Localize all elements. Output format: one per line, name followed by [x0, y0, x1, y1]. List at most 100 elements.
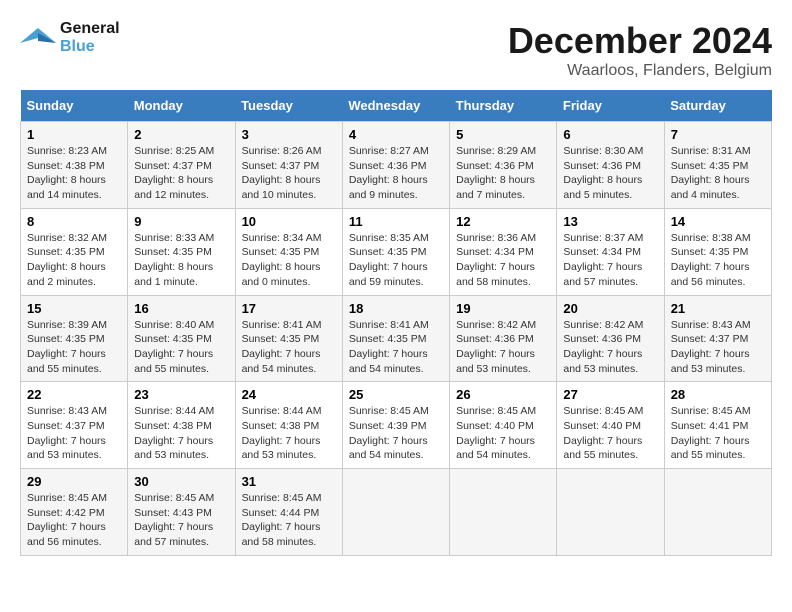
- calendar-cell: 20 Sunrise: 8:42 AMSunset: 4:36 PMDaylig…: [557, 295, 664, 382]
- calendar-cell: 14 Sunrise: 8:38 AMSunset: 4:35 PMDaylig…: [664, 208, 771, 295]
- calendar-cell: 6 Sunrise: 8:30 AMSunset: 4:36 PMDayligh…: [557, 122, 664, 209]
- day-header-monday: Monday: [128, 90, 235, 122]
- day-info: Sunrise: 8:37 AMSunset: 4:34 PMDaylight:…: [563, 232, 643, 288]
- day-info: Sunrise: 8:40 AMSunset: 4:35 PMDaylight:…: [134, 319, 214, 375]
- day-info: Sunrise: 8:35 AMSunset: 4:35 PMDaylight:…: [349, 232, 429, 288]
- day-header-tuesday: Tuesday: [235, 90, 342, 122]
- day-info: Sunrise: 8:45 AMSunset: 4:39 PMDaylight:…: [349, 405, 429, 461]
- day-number: 2: [134, 127, 228, 142]
- calendar-cell: 18 Sunrise: 8:41 AMSunset: 4:35 PMDaylig…: [342, 295, 449, 382]
- calendar-cell: [342, 469, 449, 556]
- day-info: Sunrise: 8:42 AMSunset: 4:36 PMDaylight:…: [563, 319, 643, 375]
- calendar-cell: 17 Sunrise: 8:41 AMSunset: 4:35 PMDaylig…: [235, 295, 342, 382]
- day-number: 23: [134, 387, 228, 402]
- day-info: Sunrise: 8:45 AMSunset: 4:40 PMDaylight:…: [563, 405, 643, 461]
- day-number: 20: [563, 301, 657, 316]
- day-number: 6: [563, 127, 657, 142]
- day-number: 1: [27, 127, 121, 142]
- calendar-cell: 28 Sunrise: 8:45 AMSunset: 4:41 PMDaylig…: [664, 382, 771, 469]
- day-info: Sunrise: 8:33 AMSunset: 4:35 PMDaylight:…: [134, 232, 214, 288]
- calendar-cell: 23 Sunrise: 8:44 AMSunset: 4:38 PMDaylig…: [128, 382, 235, 469]
- location: Waarloos, Flanders, Belgium: [508, 62, 772, 80]
- day-info: Sunrise: 8:43 AMSunset: 4:37 PMDaylight:…: [671, 319, 751, 375]
- day-header-wednesday: Wednesday: [342, 90, 449, 122]
- day-number: 15: [27, 301, 121, 316]
- day-number: 25: [349, 387, 443, 402]
- calendar-cell: 13 Sunrise: 8:37 AMSunset: 4:34 PMDaylig…: [557, 208, 664, 295]
- day-number: 12: [456, 214, 550, 229]
- day-number: 17: [242, 301, 336, 316]
- calendar-week-2: 8 Sunrise: 8:32 AMSunset: 4:35 PMDayligh…: [21, 208, 772, 295]
- calendar-cell: 1 Sunrise: 8:23 AMSunset: 4:38 PMDayligh…: [21, 122, 128, 209]
- day-number: 22: [27, 387, 121, 402]
- day-number: 10: [242, 214, 336, 229]
- title-block: December 2024 Waarloos, Flanders, Belgiu…: [508, 20, 772, 80]
- day-info: Sunrise: 8:45 AMSunset: 4:42 PMDaylight:…: [27, 492, 107, 548]
- day-info: Sunrise: 8:44 AMSunset: 4:38 PMDaylight:…: [134, 405, 214, 461]
- calendar-week-4: 22 Sunrise: 8:43 AMSunset: 4:37 PMDaylig…: [21, 382, 772, 469]
- calendar-cell: [557, 469, 664, 556]
- calendar-table: SundayMondayTuesdayWednesdayThursdayFrid…: [20, 90, 772, 556]
- calendar-cell: 29 Sunrise: 8:45 AMSunset: 4:42 PMDaylig…: [21, 469, 128, 556]
- logo-icon: [20, 23, 56, 53]
- day-info: Sunrise: 8:23 AMSunset: 4:38 PMDaylight:…: [27, 145, 107, 201]
- day-number: 3: [242, 127, 336, 142]
- day-number: 11: [349, 214, 443, 229]
- day-header-friday: Friday: [557, 90, 664, 122]
- day-info: Sunrise: 8:45 AMSunset: 4:41 PMDaylight:…: [671, 405, 751, 461]
- day-info: Sunrise: 8:31 AMSunset: 4:35 PMDaylight:…: [671, 145, 751, 201]
- calendar-cell: 15 Sunrise: 8:39 AMSunset: 4:35 PMDaylig…: [21, 295, 128, 382]
- calendar-cell: 24 Sunrise: 8:44 AMSunset: 4:38 PMDaylig…: [235, 382, 342, 469]
- day-info: Sunrise: 8:44 AMSunset: 4:38 PMDaylight:…: [242, 405, 322, 461]
- calendar-cell: 27 Sunrise: 8:45 AMSunset: 4:40 PMDaylig…: [557, 382, 664, 469]
- day-info: Sunrise: 8:41 AMSunset: 4:35 PMDaylight:…: [242, 319, 322, 375]
- day-number: 21: [671, 301, 765, 316]
- calendar-cell: [664, 469, 771, 556]
- calendar-cell: 5 Sunrise: 8:29 AMSunset: 4:36 PMDayligh…: [450, 122, 557, 209]
- calendar-cell: 10 Sunrise: 8:34 AMSunset: 4:35 PMDaylig…: [235, 208, 342, 295]
- calendar-header-row: SundayMondayTuesdayWednesdayThursdayFrid…: [21, 90, 772, 122]
- calendar-cell: [450, 469, 557, 556]
- day-header-saturday: Saturday: [664, 90, 771, 122]
- calendar-cell: 2 Sunrise: 8:25 AMSunset: 4:37 PMDayligh…: [128, 122, 235, 209]
- day-header-sunday: Sunday: [21, 90, 128, 122]
- page-header: General Blue December 2024 Waarloos, Fla…: [20, 20, 772, 80]
- calendar-cell: 7 Sunrise: 8:31 AMSunset: 4:35 PMDayligh…: [664, 122, 771, 209]
- day-number: 24: [242, 387, 336, 402]
- day-info: Sunrise: 8:25 AMSunset: 4:37 PMDaylight:…: [134, 145, 214, 201]
- calendar-cell: 31 Sunrise: 8:45 AMSunset: 4:44 PMDaylig…: [235, 469, 342, 556]
- day-number: 9: [134, 214, 228, 229]
- month-title: December 2024: [508, 20, 772, 62]
- day-number: 18: [349, 301, 443, 316]
- day-number: 19: [456, 301, 550, 316]
- day-number: 14: [671, 214, 765, 229]
- day-number: 30: [134, 474, 228, 489]
- calendar-cell: 26 Sunrise: 8:45 AMSunset: 4:40 PMDaylig…: [450, 382, 557, 469]
- day-info: Sunrise: 8:45 AMSunset: 4:40 PMDaylight:…: [456, 405, 536, 461]
- day-info: Sunrise: 8:32 AMSunset: 4:35 PMDaylight:…: [27, 232, 107, 288]
- calendar-week-5: 29 Sunrise: 8:45 AMSunset: 4:42 PMDaylig…: [21, 469, 772, 556]
- day-info: Sunrise: 8:39 AMSunset: 4:35 PMDaylight:…: [27, 319, 107, 375]
- day-number: 7: [671, 127, 765, 142]
- calendar-cell: 9 Sunrise: 8:33 AMSunset: 4:35 PMDayligh…: [128, 208, 235, 295]
- calendar-cell: 4 Sunrise: 8:27 AMSunset: 4:36 PMDayligh…: [342, 122, 449, 209]
- calendar-cell: 16 Sunrise: 8:40 AMSunset: 4:35 PMDaylig…: [128, 295, 235, 382]
- day-number: 31: [242, 474, 336, 489]
- day-info: Sunrise: 8:45 AMSunset: 4:43 PMDaylight:…: [134, 492, 214, 548]
- day-number: 5: [456, 127, 550, 142]
- day-number: 28: [671, 387, 765, 402]
- calendar-cell: 8 Sunrise: 8:32 AMSunset: 4:35 PMDayligh…: [21, 208, 128, 295]
- day-number: 16: [134, 301, 228, 316]
- day-info: Sunrise: 8:34 AMSunset: 4:35 PMDaylight:…: [242, 232, 322, 288]
- calendar-cell: 19 Sunrise: 8:42 AMSunset: 4:36 PMDaylig…: [450, 295, 557, 382]
- calendar-week-3: 15 Sunrise: 8:39 AMSunset: 4:35 PMDaylig…: [21, 295, 772, 382]
- logo-text: General Blue: [60, 20, 120, 56]
- day-number: 26: [456, 387, 550, 402]
- day-number: 27: [563, 387, 657, 402]
- day-info: Sunrise: 8:41 AMSunset: 4:35 PMDaylight:…: [349, 319, 429, 375]
- day-number: 29: [27, 474, 121, 489]
- calendar-cell: 3 Sunrise: 8:26 AMSunset: 4:37 PMDayligh…: [235, 122, 342, 209]
- day-info: Sunrise: 8:27 AMSunset: 4:36 PMDaylight:…: [349, 145, 429, 201]
- day-info: Sunrise: 8:26 AMSunset: 4:37 PMDaylight:…: [242, 145, 322, 201]
- calendar-cell: 11 Sunrise: 8:35 AMSunset: 4:35 PMDaylig…: [342, 208, 449, 295]
